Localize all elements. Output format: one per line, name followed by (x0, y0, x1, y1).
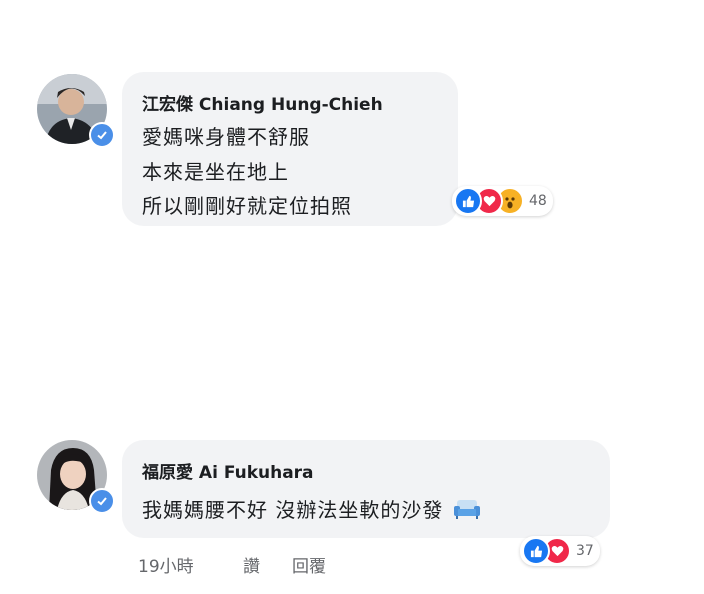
like-link[interactable]: 讚 (243, 552, 260, 577)
verified-badge-icon (89, 488, 115, 514)
avatar-fukuhara[interactable] (37, 440, 115, 514)
reaction-count: 37 (576, 543, 594, 559)
comment-text: 我媽媽腰不好 沒辦法坐軟的沙發 (142, 498, 444, 522)
reply-link[interactable]: 回覆 (292, 552, 326, 577)
comment-author[interactable]: 福原愛 Ai Fukuhara (142, 458, 314, 483)
comment-text-line-2: 本來是坐在地上 (142, 160, 289, 184)
reaction-count: 48 (529, 193, 547, 209)
comment-bubble-2 (122, 440, 610, 538)
sofa-icon (453, 500, 480, 519)
verified-badge-icon (89, 122, 115, 148)
avatar-chiang[interactable] (37, 74, 115, 148)
like-icon (522, 537, 550, 565)
comment-timestamp[interactable]: 19小時 (138, 552, 194, 577)
comment-text-line-3: 所以剛剛好就定位拍照 (142, 194, 352, 218)
like-icon (454, 187, 482, 215)
comment-text-line-1: 我媽媽腰不好 沒辦法坐軟的沙發 (142, 494, 481, 523)
reactions-summary[interactable]: 37 (520, 536, 600, 566)
comment-author[interactable]: 江宏傑 Chiang Hung-Chieh (142, 90, 383, 115)
comment-text-line-1: 愛媽咪身體不舒服 (142, 125, 310, 149)
reactions-summary[interactable]: 48 (452, 186, 553, 216)
